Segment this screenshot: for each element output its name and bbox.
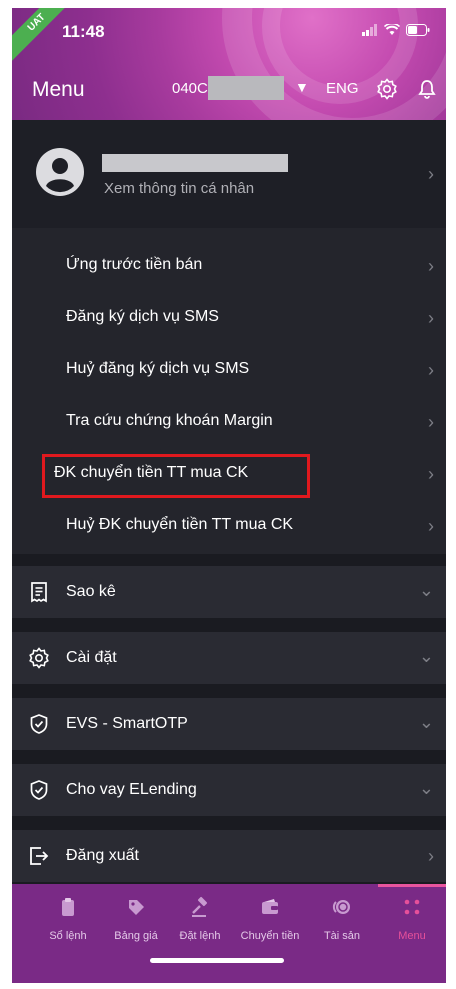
submenu-item-label: Huỷ ĐK chuyển tiền TT mua CK — [66, 516, 294, 533]
submenu-item-transfer-register[interactable]: ĐK chuyển tiền TT mua CK › — [12, 448, 446, 500]
language-toggle[interactable]: ENG — [326, 80, 359, 97]
section-label: Đăng xuất — [66, 847, 139, 864]
tab-label: Bảng giá — [114, 930, 158, 942]
submenu-item-sms-register[interactable]: Đăng ký dịch vụ SMS › — [12, 292, 446, 344]
section-logout[interactable]: Đăng xuất › — [12, 830, 446, 882]
grid-icon — [404, 899, 420, 915]
tab-label: Tài sản — [323, 930, 361, 942]
receipt-icon — [31, 582, 47, 603]
gear-icon — [29, 647, 49, 669]
active-tab-indicator — [378, 884, 446, 887]
profile-row[interactable]: Xem thông tin cá nhân › — [12, 120, 446, 228]
chevron-right-icon: › — [428, 516, 434, 536]
tab-label: Chuyển tiền — [240, 930, 300, 942]
submenu-item-advance[interactable]: Ứng trước tiền bán › — [12, 240, 446, 292]
chevron-right-icon: › — [428, 164, 434, 184]
battery-icon — [406, 24, 430, 36]
phone-screen: UAT 11:48 Menu 040C ▼ ENG Xem thông tin … — [12, 8, 446, 983]
chevron-right-icon: › — [428, 360, 434, 380]
tab-menu[interactable]: Menu — [376, 896, 446, 942]
profile-subtitle: Xem thông tin cá nhân — [104, 180, 255, 197]
submenu-item-margin-lookup[interactable]: Tra cứu chứng khoán Margin › — [12, 396, 446, 448]
chevron-right-icon: › — [428, 464, 434, 484]
tab-label: Sổ lệnh — [49, 930, 87, 942]
hammer-icon — [192, 896, 208, 917]
shield-check-icon — [30, 714, 48, 734]
section-elending[interactable]: Cho vay ELending ⌄ — [12, 764, 446, 816]
section-label: Sao kê — [66, 583, 116, 600]
account-number[interactable]: 040C — [172, 80, 208, 97]
logout-icon — [30, 847, 49, 865]
submenu-item-label: Ứng trước tiền bán — [66, 256, 203, 273]
home-indicator[interactable] — [150, 958, 284, 963]
submenu-item-transfer-cancel[interactable]: Huỷ ĐK chuyển tiền TT mua CK › — [12, 500, 446, 552]
chevron-down-icon: ⌄ — [418, 712, 434, 732]
submenu-item-sms-cancel[interactable]: Huỷ đăng ký dịch vụ SMS › — [12, 344, 446, 396]
signal-icon — [362, 24, 378, 36]
clipboard-icon — [62, 898, 74, 916]
chevron-right-icon: › — [428, 256, 434, 276]
section-label: EVS - SmartOTP — [66, 715, 188, 732]
status-icons — [362, 24, 430, 36]
account-redaction — [208, 76, 284, 100]
app-header: UAT 11:48 Menu 040C ▼ ENG — [12, 8, 446, 120]
page-title: Menu — [32, 78, 85, 101]
chevron-down-icon[interactable]: ▼ — [295, 79, 309, 95]
tab-label: Menu — [398, 930, 426, 942]
submenu-item-label: Huỷ đăng ký dịch vụ SMS — [66, 360, 250, 377]
bottom-tab-bar: Sổ lệnh Bảng giá Đặt lệnh Chuyển tiền Tà… — [12, 884, 446, 983]
profile-name-redaction — [102, 154, 288, 172]
coins-icon — [332, 900, 350, 914]
tab-order-book[interactable]: Sổ lệnh — [32, 896, 104, 942]
chevron-right-icon: › — [428, 308, 434, 328]
settings-badge-icon[interactable] — [376, 78, 398, 100]
section-settings[interactable]: Cài đặt ⌄ — [12, 632, 446, 684]
section-label: Cho vay ELending — [66, 781, 197, 798]
submenu-item-label: Đăng ký dịch vụ SMS — [66, 308, 219, 325]
section-label: Cài đặt — [66, 649, 117, 666]
submenu-item-label: ĐK chuyển tiền TT mua CK — [54, 464, 249, 481]
section-statement[interactable]: Sao kê ⌄ — [12, 566, 446, 618]
tab-transfer[interactable]: Chuyển tiền — [234, 896, 306, 942]
chevron-right-icon: › — [428, 412, 434, 432]
submenu-item-label: Tra cứu chứng khoán Margin — [66, 412, 273, 429]
tab-label: Đặt lệnh — [179, 930, 221, 942]
wifi-icon — [384, 24, 400, 35]
tab-assets[interactable]: Tài sản — [306, 896, 378, 942]
section-smartotp[interactable]: EVS - SmartOTP ⌄ — [12, 698, 446, 750]
status-time: 11:48 — [62, 22, 105, 41]
chevron-down-icon: ⌄ — [418, 580, 434, 600]
chevron-down-icon: ⌄ — [418, 778, 434, 798]
chevron-down-icon: ⌄ — [418, 646, 434, 666]
avatar-icon — [36, 148, 84, 196]
tab-place-order[interactable]: Đặt lệnh — [164, 896, 236, 942]
chevron-right-icon: › — [428, 846, 434, 866]
sub-menu-list: Ứng trước tiền bán › Đăng ký dịch vụ SMS… — [12, 228, 446, 554]
tag-icon — [129, 900, 144, 915]
wallet-icon — [262, 899, 278, 914]
tab-price-board[interactable]: Bảng giá — [100, 896, 172, 942]
bell-icon[interactable] — [416, 78, 438, 100]
shield-check-icon — [30, 780, 48, 800]
